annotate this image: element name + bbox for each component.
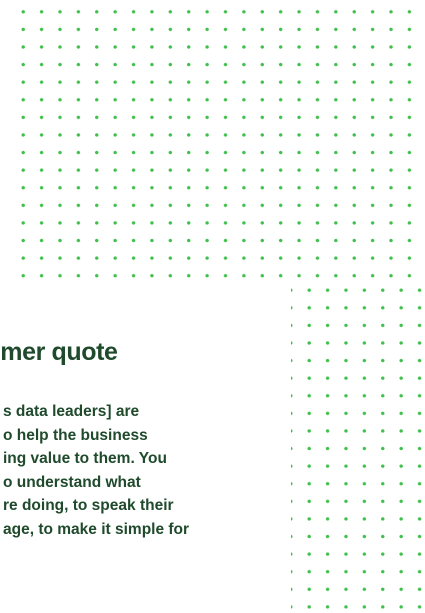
quote-line: age, to make it simple for [3, 520, 190, 538]
section-heading: stomer quote [0, 338, 118, 366]
quote-line: o understand what [3, 473, 141, 491]
dot-grid-pattern-top [14, 0, 425, 287]
quote-line: ing value to them. You [3, 450, 167, 468]
customer-quote: s data leaders] are o help the business … [0, 400, 286, 542]
quote-line: s data leaders] are [3, 403, 140, 420]
quote-line: re doing, to speak their [3, 497, 174, 515]
quote-line: o help the business [3, 426, 148, 444]
dot-grid-pattern-right [291, 287, 425, 613]
page: stomer quote s data leaders] are o help … [0, 0, 425, 613]
